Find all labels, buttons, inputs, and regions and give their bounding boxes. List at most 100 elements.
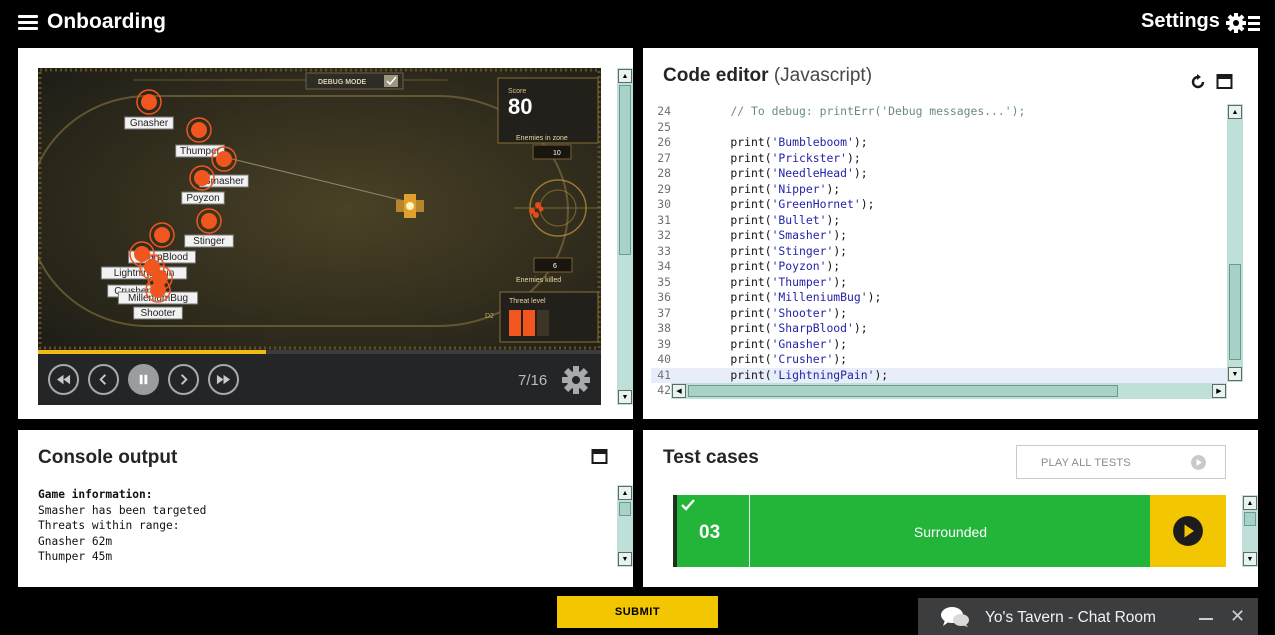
test-case-number-block: 03: [673, 495, 749, 567]
code-text: );: [833, 352, 848, 366]
test-case-item[interactable]: 03 Surrounded: [673, 495, 1226, 567]
code-text: print(: [703, 243, 772, 258]
console-line: Smasher has been targeted: [38, 503, 207, 517]
code-line[interactable]: 29 print('Nipper');: [651, 182, 1227, 198]
tests-scrollbar[interactable]: ▲ ▼: [1242, 495, 1258, 567]
maximize-console-icon[interactable]: [591, 448, 609, 466]
enemy-label: Shooter: [140, 308, 176, 319]
scroll-down-arrow-icon[interactable]: ▼: [1228, 367, 1242, 381]
rewind-button[interactable]: [48, 364, 79, 395]
code-line[interactable]: 36 print('MilleniumBug');: [651, 290, 1227, 306]
code-line[interactable]: 24 // To debug: printErr('Debug messages…: [651, 104, 1227, 120]
reset-code-icon[interactable]: [1189, 73, 1207, 91]
code-line[interactable]: 27 print('Prickster');: [651, 151, 1227, 167]
console-output-panel: Console output Game information: Smasher…: [18, 430, 633, 587]
line-number: 40: [657, 352, 671, 366]
scroll-down-arrow-icon[interactable]: ▼: [618, 552, 632, 566]
top-bar: Onboarding Settings: [0, 0, 1275, 48]
menu-icon[interactable]: [18, 15, 38, 31]
line-number: 27: [657, 150, 671, 165]
play-test-button[interactable]: [1150, 495, 1226, 567]
code-line[interactable]: 28 print('NeedleHead');: [651, 166, 1227, 182]
scroll-up-arrow-icon[interactable]: ▲: [1243, 496, 1257, 510]
viewer-settings-gear-icon[interactable]: [560, 364, 592, 396]
test-cases-panel: Test cases PLAY ALL TESTS 03 Surrounded …: [643, 430, 1258, 587]
code-text: print(: [703, 197, 772, 211]
code-text: );: [826, 259, 841, 273]
code-string: 'SharpBlood': [771, 321, 854, 335]
game-viewer-panel: Score 80 Enemies in zone 10 6 Enemies ki…: [18, 48, 633, 419]
pause-icon: [139, 374, 148, 385]
scroll-left-arrow-icon[interactable]: ◀: [672, 384, 686, 398]
code-comment: // To debug: printErr('Debug messages...…: [730, 104, 1026, 118]
test-cases-title: Test cases: [663, 447, 759, 468]
submit-button[interactable]: SUBMIT: [557, 596, 718, 628]
line-number: 35: [657, 274, 671, 289]
code-text: );: [860, 197, 875, 211]
code-text: print(: [703, 290, 772, 304]
code-line[interactable]: 34 print('Poyzon');: [651, 259, 1227, 275]
code-vertical-scrollbar[interactable]: ▲ ▼: [1227, 104, 1243, 382]
console-header-line: Game information:: [38, 488, 153, 501]
pause-button[interactable]: [128, 364, 159, 395]
scroll-thumb[interactable]: [1244, 512, 1256, 526]
scroll-right-arrow-icon[interactable]: ▶: [1212, 384, 1226, 398]
scroll-up-arrow-icon[interactable]: ▲: [618, 69, 632, 83]
replay-progress-bar[interactable]: [38, 350, 601, 354]
chat-room-bar[interactable]: Yo's Tavern - Chat Room ✕: [918, 598, 1258, 635]
line-number: 36: [657, 290, 671, 304]
code-line[interactable]: 25: [651, 120, 1227, 136]
close-icon[interactable]: ✕: [1230, 607, 1245, 625]
scroll-thumb[interactable]: [1229, 264, 1241, 360]
scroll-up-arrow-icon[interactable]: ▲: [618, 486, 632, 500]
play-all-tests-button[interactable]: PLAY ALL TESTS: [1016, 445, 1226, 479]
test-case-number: 03: [699, 522, 721, 543]
code-string: 'Bumbleboom': [771, 135, 854, 149]
code-line[interactable]: 33 print('Stinger');: [651, 244, 1227, 260]
code-line[interactable]: 30 print('GreenHornet');: [651, 197, 1227, 213]
settings-link[interactable]: Settings: [1141, 10, 1220, 33]
code-text: );: [847, 150, 861, 165]
code-line[interactable]: 41 print('LightningPain');: [651, 367, 1227, 383]
code-line[interactable]: 35 print('Thumper');: [651, 275, 1227, 291]
scroll-thumb[interactable]: [619, 85, 631, 255]
chat-bubbles-icon: [941, 607, 969, 627]
code-line[interactable]: 37 print('Shooter');: [651, 306, 1227, 322]
code-text-area[interactable]: 24 // To debug: printErr('Debug messages…: [651, 104, 1227, 400]
code-horizontal-scrollbar[interactable]: ◀ ▶: [671, 383, 1227, 399]
replay-progress-fill: [38, 350, 266, 354]
code-line[interactable]: 39 print('Gnasher');: [651, 337, 1227, 353]
code-line[interactable]: 26 print('Bumbleboom');: [651, 135, 1227, 151]
console-line: Threats within range:: [38, 519, 180, 533]
code-string: 'Thumper': [771, 274, 834, 289]
code-line[interactable]: 40 print('Crusher');: [651, 352, 1227, 368]
code-text: print(: [703, 336, 772, 351]
minimize-icon[interactable]: [1199, 618, 1213, 620]
code-string: 'Bullet': [771, 212, 827, 227]
code-text: print(: [703, 367, 772, 382]
step-forward-button[interactable]: [168, 364, 199, 395]
settings-gear-icon[interactable]: [1226, 11, 1260, 35]
code-text: );: [853, 321, 868, 335]
line-number: 32: [657, 228, 671, 242]
line-number: 39: [657, 336, 671, 351]
viewer-scrollbar[interactable]: ▲ ▼: [617, 68, 633, 405]
game-viewer: Score 80 Enemies in zone 10 6 Enemies ki…: [38, 68, 601, 405]
code-line[interactable]: 32 print('Smasher');: [651, 228, 1227, 244]
scroll-down-arrow-icon[interactable]: ▼: [1243, 552, 1257, 566]
console-scrollbar[interactable]: ▲ ▼: [617, 485, 633, 567]
code-line[interactable]: 38 print('SharpBlood');: [651, 321, 1227, 337]
scroll-up-arrow-icon[interactable]: ▲: [1228, 105, 1242, 119]
scroll-down-arrow-icon[interactable]: ▼: [618, 390, 632, 404]
fast-forward-button[interactable]: [208, 364, 239, 395]
step-back-button[interactable]: [88, 364, 119, 395]
code-editor-panel: Code editor (Javascript) 24 // To debug:…: [643, 48, 1258, 419]
code-line[interactable]: 31 print('Bullet');: [651, 213, 1227, 229]
scroll-thumb[interactable]: [619, 502, 631, 516]
play-circle-icon: [1191, 455, 1206, 470]
code-text: print(: [703, 321, 772, 335]
maximize-code-icon[interactable]: [1216, 73, 1234, 91]
scroll-thumb[interactable]: [688, 385, 1118, 397]
code-text: print(: [703, 150, 772, 165]
